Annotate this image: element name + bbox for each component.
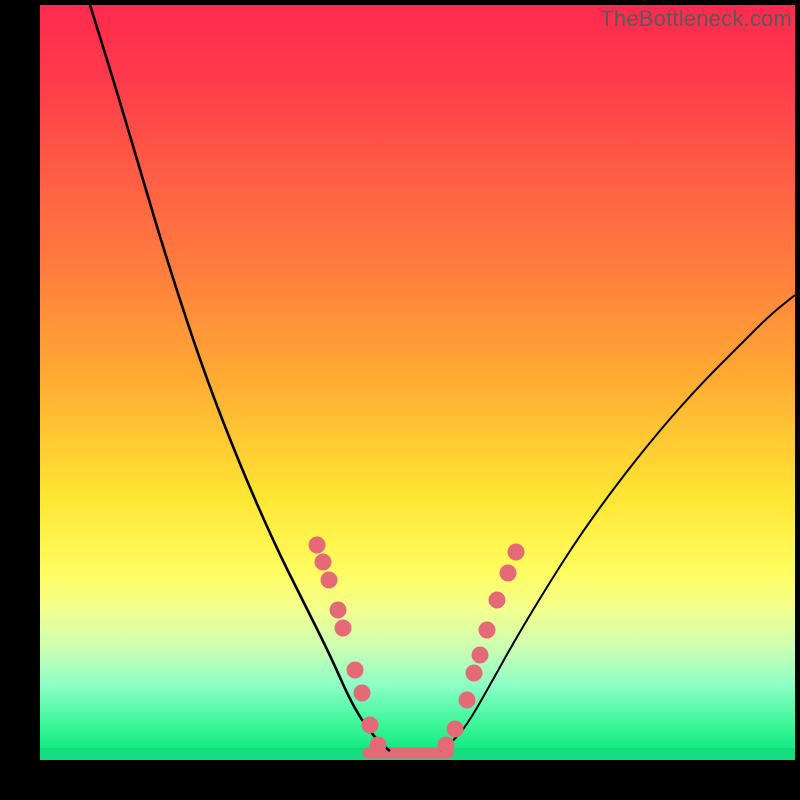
- plot-area: [40, 5, 795, 760]
- data-dot: [335, 620, 352, 637]
- data-dot: [315, 554, 332, 571]
- data-dot: [447, 721, 464, 738]
- data-dot: [472, 647, 489, 664]
- data-dot: [466, 665, 483, 682]
- dots-left: [309, 537, 387, 754]
- data-dot: [438, 737, 455, 754]
- chart-container: TheBottleneck.com: [0, 0, 800, 800]
- curve-left: [90, 5, 390, 751]
- data-dot: [500, 565, 517, 582]
- data-dot: [347, 662, 364, 679]
- curve-right: [440, 295, 795, 751]
- data-dot: [330, 602, 347, 619]
- data-dot: [370, 737, 387, 754]
- data-dot: [321, 572, 338, 589]
- data-dot: [354, 685, 371, 702]
- data-dot: [489, 592, 506, 609]
- chart-svg: [40, 5, 795, 760]
- watermark-text: TheBottleneck.com: [600, 6, 792, 32]
- data-dot: [479, 622, 496, 639]
- data-dot: [508, 544, 525, 561]
- data-dot: [362, 717, 379, 734]
- data-dot: [309, 537, 326, 554]
- data-dot: [459, 692, 476, 709]
